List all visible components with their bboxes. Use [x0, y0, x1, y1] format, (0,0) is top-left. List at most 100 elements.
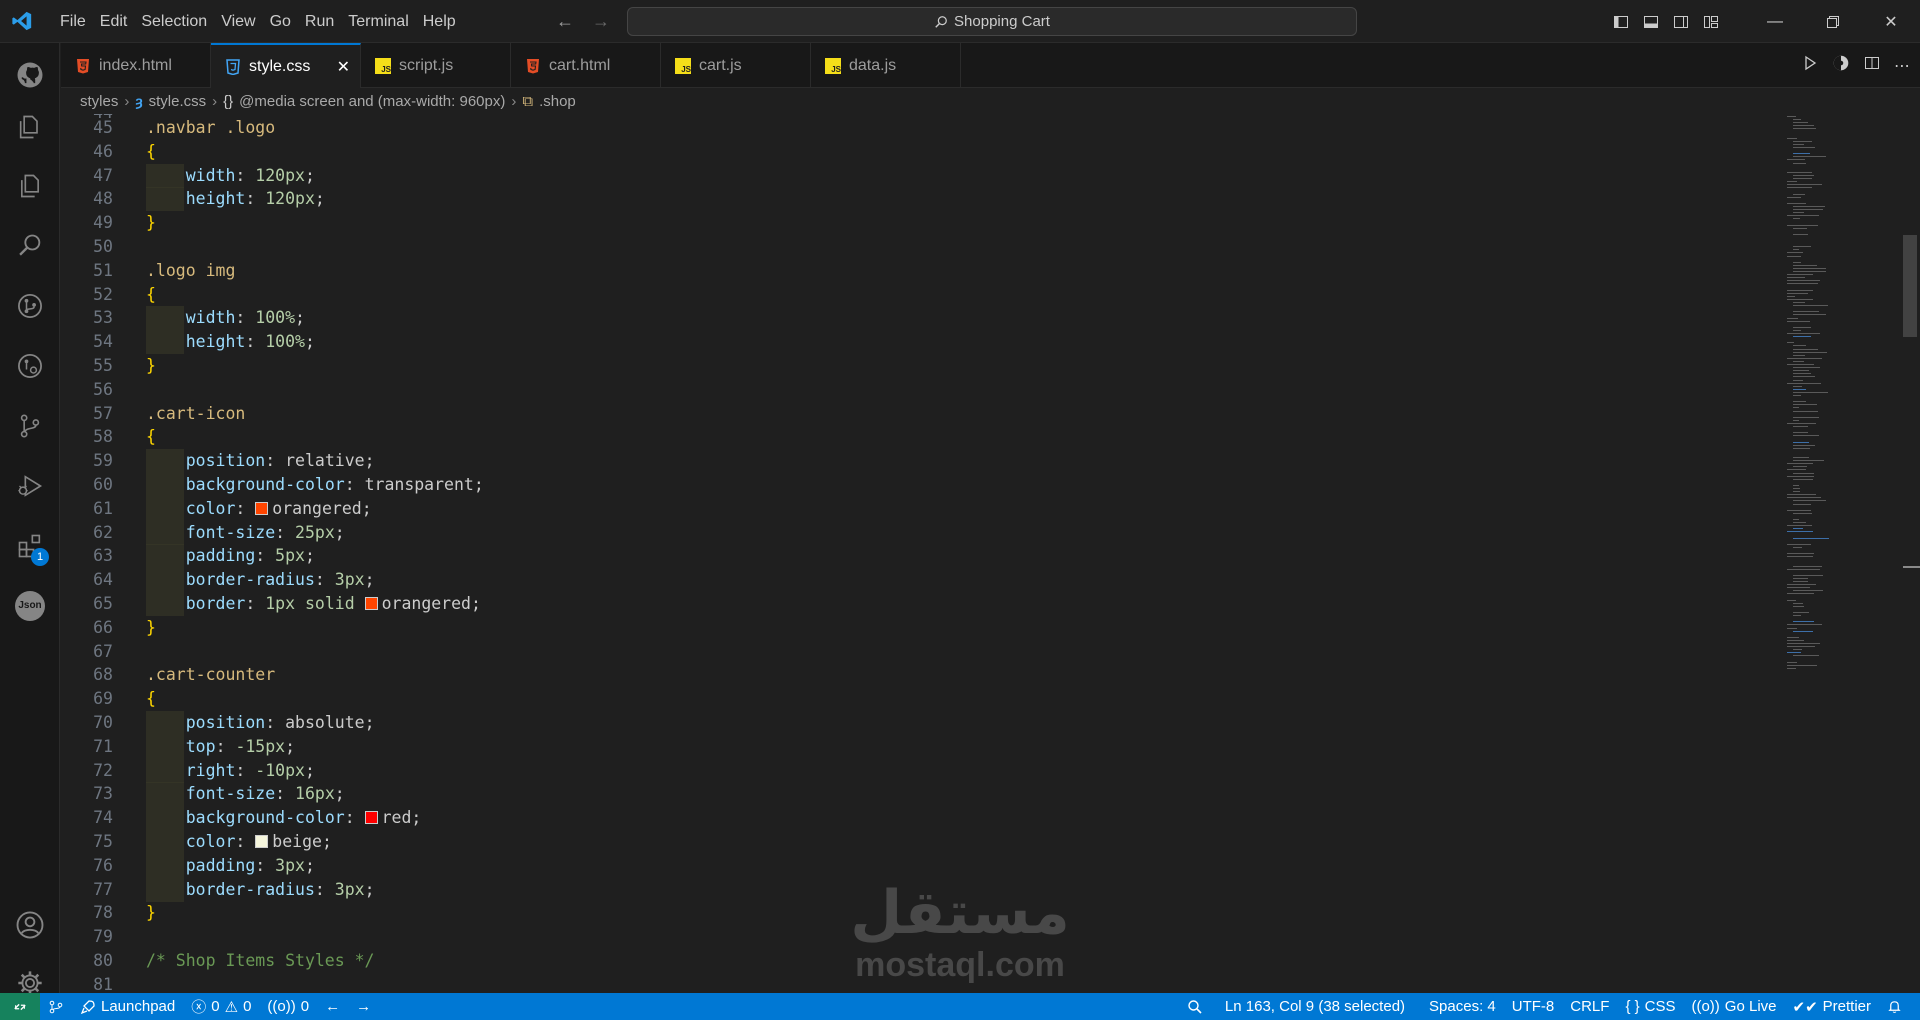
command-center-search[interactable]: Shopping Cart: [627, 7, 1357, 36]
more-actions-icon[interactable]: ⋯: [1894, 56, 1910, 76]
color-swatch[interactable]: [255, 835, 269, 848]
menu-help[interactable]: Help: [416, 0, 463, 43]
minimap-line: [1793, 311, 1819, 313]
line-number: 57: [93, 403, 113, 423]
git-graph-status-icon[interactable]: [40, 999, 72, 1015]
back-arrow-icon[interactable]: ←: [552, 8, 578, 34]
color-swatch[interactable]: [364, 811, 378, 825]
breadcrumb-folder[interactable]: styles: [80, 93, 118, 110]
status-back-arrow-icon[interactable]: ←: [317, 998, 348, 1015]
search-icon[interactable]: [0, 220, 60, 272]
minimap-line: [1793, 444, 1815, 446]
go-live-label: Go Live: [1724, 998, 1777, 1015]
customize-layout-icon[interactable]: [1696, 0, 1726, 43]
breadcrumb-file[interactable]: style.css: [149, 93, 207, 110]
color-swatch[interactable]: [364, 597, 378, 610]
tab-script-js[interactable]: JS script.js: [361, 43, 511, 88]
run-and-debug-icon[interactable]: [0, 460, 60, 512]
menu-run[interactable]: Run: [298, 0, 341, 43]
js-icon: JS: [675, 57, 691, 74]
compare-icon[interactable]: [1832, 54, 1850, 77]
zoom-icon[interactable]: [1173, 999, 1217, 1015]
tab-style-css[interactable]: style.css ✕: [211, 43, 361, 88]
line-number: 76: [93, 855, 113, 875]
language-mode[interactable]: { } CSS: [1617, 998, 1683, 1015]
menu-view[interactable]: View: [214, 0, 262, 43]
minimize-button[interactable]: —: [1746, 0, 1804, 43]
launchpad-button[interactable]: Launchpad: [72, 998, 183, 1015]
ports-button[interactable]: ((o)) 0: [259, 998, 317, 1015]
html5-icon: [75, 58, 91, 74]
menu-edit[interactable]: Edit: [93, 0, 135, 43]
encoding[interactable]: UTF-8: [1504, 998, 1563, 1015]
minimap-line: [1793, 528, 1803, 530]
toggle-secondary-sidebar-icon[interactable]: [1666, 0, 1696, 43]
minimap-line: [1793, 519, 1800, 520]
minimap-line: [1787, 463, 1814, 465]
problems-button[interactable]: ⓧ 0 ⚠ 0: [183, 996, 259, 1017]
tab-data-js[interactable]: JS data.js: [811, 43, 961, 88]
indentation[interactable]: Spaces: 4: [1421, 998, 1504, 1015]
json-icon[interactable]: Json: [0, 580, 60, 632]
run-icon[interactable]: [1802, 55, 1818, 76]
error-icon: ⓧ: [191, 999, 207, 1016]
restore-button[interactable]: [1804, 0, 1862, 43]
close-tab-icon[interactable]: ✕: [337, 57, 350, 77]
minimap-line: [1787, 202, 1807, 204]
minimap-line: [1793, 537, 1829, 539]
css-property: font-size: [185, 522, 276, 542]
git-graph-icon[interactable]: [0, 280, 60, 332]
minimap-line: [1787, 497, 1821, 499]
remote-indicator-icon[interactable]: [0, 993, 40, 1020]
go-live-button[interactable]: ((o)) Go Live: [1683, 998, 1784, 1015]
notifications-bell-icon[interactable]: [1879, 999, 1910, 1014]
minimap-line: [1793, 336, 1811, 338]
css-value: 100%: [255, 308, 296, 328]
code-text: }: [146, 901, 156, 925]
explorer-icon[interactable]: [0, 101, 60, 153]
code-editor[interactable]: 44 45.navbar .logo46{47 width: 120px;48 …: [61, 114, 1920, 993]
tab-cart-html[interactable]: cart.html: [511, 43, 661, 88]
minimap-line: [1787, 333, 1820, 334]
code-text: position: absolute;: [185, 713, 375, 732]
status-forward-arrow-icon[interactable]: →: [348, 998, 379, 1015]
minimap-line: [1793, 441, 1809, 443]
color-swatch[interactable]: [255, 501, 269, 515]
watermark-latin: mostaql.com: [855, 946, 1065, 984]
source-control-graph-icon[interactable]: [0, 340, 60, 392]
split-editor-icon[interactable]: [1864, 55, 1880, 76]
github-icon[interactable]: [0, 49, 60, 101]
braces-icon: { }: [1625, 998, 1640, 1015]
prettier-button[interactable]: ✔✔ Prettier: [1785, 998, 1880, 1016]
close-window-button[interactable]: ✕: [1862, 0, 1920, 43]
toggle-primary-sidebar-icon[interactable]: [1606, 0, 1636, 43]
menu-selection[interactable]: Selection: [134, 0, 214, 43]
end-of-line[interactable]: CRLF: [1562, 998, 1617, 1015]
prettier-label: Prettier: [1822, 998, 1871, 1015]
toggle-panel-icon[interactable]: [1636, 0, 1666, 43]
code-text: top: -15px;: [185, 736, 296, 756]
accounts-icon[interactable]: [0, 899, 60, 951]
tab-cart-js[interactable]: JS cart.js: [661, 43, 811, 88]
menu-go[interactable]: Go: [263, 0, 298, 43]
breadcrumb-media[interactable]: @media screen and (max-width: 960px): [239, 93, 505, 110]
css-property: position: [185, 713, 266, 732]
minimap-line: [1793, 212, 1804, 214]
menu-file[interactable]: File: [53, 0, 93, 43]
title-bar: File Edit Selection View Go Run Terminal Help ←…: [0, 0, 1920, 43]
extensions-icon[interactable]: 1: [0, 520, 60, 572]
menu-terminal[interactable]: Terminal: [341, 0, 415, 43]
vscode-logo-icon: [0, 0, 43, 43]
cursor-position[interactable]: Ln 163, Col 9 (38 selected): [1217, 998, 1413, 1015]
files-icon[interactable]: [0, 160, 60, 212]
breadcrumb-selector[interactable]: .shop: [539, 93, 576, 110]
forward-arrow-icon[interactable]: →: [588, 8, 614, 34]
code-line: 46 {: [61, 140, 1761, 164]
minimap-line: [1787, 215, 1820, 217]
minimap-line: [1787, 224, 1819, 226]
css-value: 3px: [334, 570, 365, 590]
vertical-scrollbar[interactable]: [1903, 235, 1917, 337]
source-control-icon[interactable]: [0, 400, 60, 452]
tab-index-html[interactable]: index.html: [61, 43, 211, 88]
minimap[interactable]: [1785, 114, 1895, 674]
